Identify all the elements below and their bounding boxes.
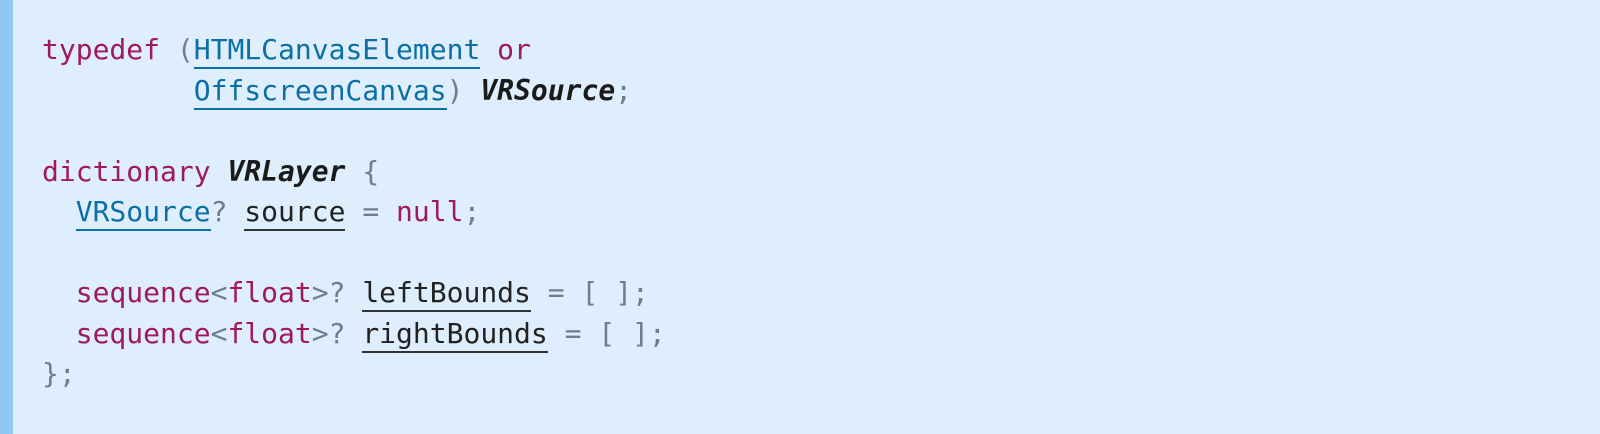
typedef-keyword: typedef bbox=[42, 33, 161, 66]
typedef-line-2: OffscreenCanvas) VRSource; bbox=[42, 71, 666, 112]
typedef-line-1: typedef (HTMLCanvasElement or bbox=[42, 30, 666, 71]
source-member-link[interactable]: source bbox=[244, 195, 346, 231]
vrsource-type-link[interactable]: VRSource bbox=[75, 195, 211, 231]
vrlayer-dictionary-name: VRLayer bbox=[227, 154, 346, 188]
less-than: < bbox=[210, 316, 228, 350]
null-keyword: null bbox=[396, 195, 464, 228]
offscreen-canvas-link[interactable]: OffscreenCanvas bbox=[193, 73, 447, 110]
source-semicolon: ; bbox=[463, 195, 481, 228]
right-nullable-mark: ? bbox=[328, 316, 346, 350]
code-block-accent-bar bbox=[0, 0, 13, 434]
html-canvas-element-link[interactable]: HTMLCanvasElement bbox=[193, 33, 481, 69]
source-member-line: VRSource? source = null; bbox=[42, 192, 666, 233]
right-bounds-default: = [ ]; bbox=[564, 316, 666, 350]
greater-than: > bbox=[311, 276, 329, 309]
or-keyword: or bbox=[497, 33, 531, 66]
dictionary-line: dictionary VRLayer { bbox=[42, 152, 666, 193]
left-bounds-line: sequence<float>? leftBounds = [ ]; bbox=[42, 273, 666, 314]
left-nullable-mark: ? bbox=[328, 276, 346, 309]
close-brace: }; bbox=[42, 357, 76, 390]
open-paren: ( bbox=[176, 33, 194, 66]
right-bounds-line: sequence<float>? rightBounds = [ ]; bbox=[42, 314, 666, 355]
less-than: < bbox=[210, 276, 228, 309]
float-keyword: float bbox=[227, 316, 312, 350]
left-bounds-default: = [ ]; bbox=[547, 276, 649, 309]
idl-code-block: typedef (HTMLCanvasElement or OffscreenC… bbox=[0, 0, 1600, 434]
idl-code: typedef (HTMLCanvasElement or OffscreenC… bbox=[42, 30, 666, 395]
sequence-keyword: sequence bbox=[75, 276, 211, 309]
vrsource-typedef-name: VRSource bbox=[480, 73, 616, 107]
sequence-keyword: sequence bbox=[75, 316, 211, 350]
open-brace: { bbox=[362, 154, 380, 188]
closing-line: }; bbox=[42, 354, 666, 395]
close-paren: ) bbox=[446, 73, 464, 107]
source-nullable-mark: ? bbox=[210, 195, 228, 228]
typedef-semicolon: ; bbox=[615, 73, 633, 107]
dictionary-keyword: dictionary bbox=[42, 154, 211, 188]
left-bounds-member-link[interactable]: leftBounds bbox=[362, 276, 531, 312]
greater-than: > bbox=[311, 316, 329, 350]
right-bounds-member-link[interactable]: rightBounds bbox=[362, 316, 548, 353]
float-keyword: float bbox=[227, 276, 312, 309]
source-equals: = bbox=[362, 195, 380, 228]
